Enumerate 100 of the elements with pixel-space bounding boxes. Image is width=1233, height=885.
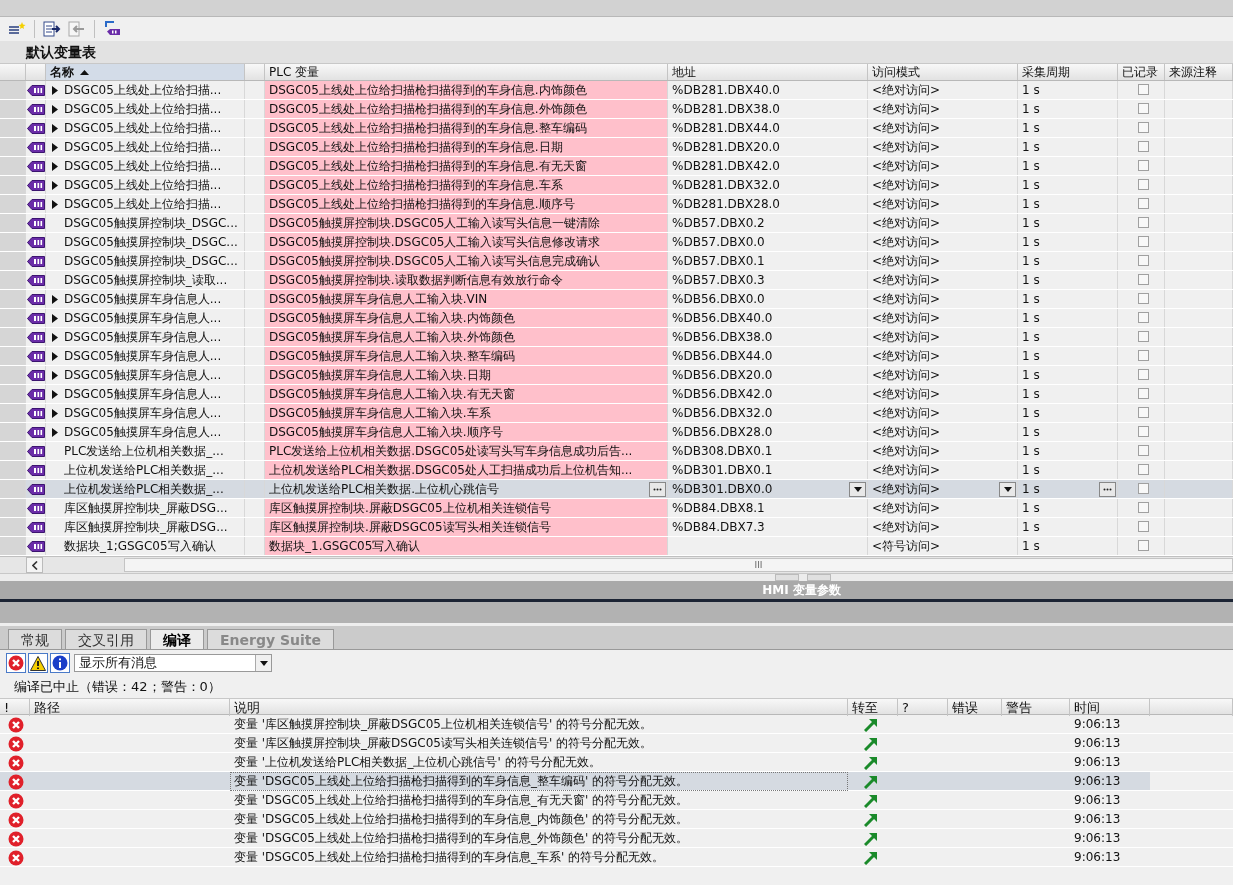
checkbox[interactable]	[1137, 255, 1149, 266]
column-header[interactable]: PLC 变量	[265, 64, 668, 80]
table-row[interactable]: DSGC05触摸屏控制块_DSGC... DSGC05触摸屏控制块.DSGC05人工输入读写头信息完成确认 %DB57.DBX0.1 <绝对访问> 1 s	[0, 252, 1233, 271]
column-header[interactable]: 来源注释	[1165, 64, 1233, 80]
checkbox[interactable]	[1137, 350, 1149, 361]
goto-arrow-icon[interactable]	[864, 850, 878, 865]
filter-info-button[interactable]	[50, 653, 70, 673]
expand-arrow-icon[interactable]	[52, 427, 58, 437]
message-filter-dropdown[interactable]: 显示所有消息	[74, 654, 272, 672]
goto-arrow-icon[interactable]	[864, 736, 878, 751]
table-row[interactable]: DSGC05触摸屏控制块_DSGC... DSGC05触摸屏控制块.DSGC05人工输入读写头信息修改请求 %DB57.DBX0.0 <绝对访问> 1 s	[0, 233, 1233, 252]
scroll-left-button[interactable]	[26, 557, 43, 573]
checkbox[interactable]	[1137, 407, 1149, 418]
table-row[interactable]: DSGC05触摸屏车身信息人... DSGC05触摸屏车身信息人工输入块.日期 %DB56.DBX20.0 <绝对访问> 1 s	[0, 366, 1233, 385]
expand-arrow-icon[interactable]	[52, 199, 58, 209]
column-header[interactable]: 已记录	[1118, 64, 1165, 80]
table-row[interactable]: DSGC05上线处上位给扫描... DSGC05上线处上位给扫描枪扫描得到的车身信息.顺序号 %DB281.DBX28.0 <绝对访问> 1 s	[0, 195, 1233, 214]
expand-arrow-icon[interactable]	[52, 104, 58, 114]
table-row[interactable]: DSGC05触摸屏控制块_DSGC... DSGC05触摸屏控制块.DSGC05人工输入读写头信息一键清除 %DB57.DBX0.2 <绝对访问> 1 s	[0, 214, 1233, 233]
expand-arrow-icon[interactable]	[52, 389, 58, 399]
table-row[interactable]: DSGC05触摸屏控制块_读取... DSGC05触摸屏控制块.读取数据判断信息有效放行命令 %DB57.DBX0.3 <绝对访问> 1 s	[0, 271, 1233, 290]
expand-arrow-icon[interactable]	[52, 85, 58, 95]
tab[interactable]: 交叉引用	[65, 629, 147, 649]
expand-arrow-icon[interactable]	[52, 180, 58, 190]
message-row[interactable]: 变量 'DSGC05上线处上位给扫描枪扫描得到的车身信息_有无天窗' 的符号分配无效。 9:06:13	[0, 791, 1233, 810]
table-row[interactable]: 上位机发送给PLC相关数据_... 上位机发送给PLC相关数据.上位机心跳信号 %DB301.DBX0.0 <绝对访问> 1 s	[0, 480, 1233, 499]
checkbox[interactable]	[1137, 198, 1149, 209]
checkbox[interactable]	[1137, 179, 1149, 190]
table-row[interactable]: DSGC05触摸屏车身信息人... DSGC05触摸屏车身信息人工输入块.车系 %DB56.DBX32.0 <绝对访问> 1 s	[0, 404, 1233, 423]
goto-arrow-icon[interactable]	[864, 793, 878, 808]
column-header[interactable]: 名称	[46, 64, 245, 80]
checkbox[interactable]	[1137, 521, 1149, 532]
expand-arrow-icon[interactable]	[52, 123, 58, 133]
table-row[interactable]: DSGC05上线处上位给扫描... DSGC05上线处上位给扫描枪扫描得到的车身信息.整车编码 %DB281.DBX44.0 <绝对访问> 1 s	[0, 119, 1233, 138]
goto-arrow-icon[interactable]	[864, 831, 878, 846]
table-row[interactable]: PLC发送给上位机相关数据_... PLC发送给上位机相关数据.DSGC05处读写头写车身信息成功后告... %DB308.DBX0.1 <绝对访问> 1 s	[0, 442, 1233, 461]
goto-arrow-icon[interactable]	[864, 812, 878, 827]
table-row[interactable]: 库区触摸屏控制块_屏蔽DSG... 库区触摸屏控制块.屏蔽DSGC05上位机相关连锁信号 %DB84.DBX8.1 <绝对访问> 1 s	[0, 499, 1233, 518]
browse-button[interactable]	[1099, 481, 1116, 497]
expand-arrow-icon[interactable]	[52, 408, 58, 418]
message-row[interactable]: 变量 '库区触摸屏控制块_屏蔽DSGC05读写头相关连锁信号' 的符号分配无效。 9:06:13	[0, 734, 1233, 753]
table-row[interactable]: DSGC05上线处上位给扫描... DSGC05上线处上位给扫描枪扫描得到的车身信息.外饰颜色 %DB281.DBX38.0 <绝对访问> 1 s	[0, 100, 1233, 119]
checkbox[interactable]	[1137, 312, 1149, 323]
table-row[interactable]: 数据块_1;GSGC05写入确认 数据块_1.GSGC05写入确认 <符号访问> 1 s	[0, 537, 1233, 556]
checkbox[interactable]	[1137, 103, 1149, 114]
message-row[interactable]: 变量 '上位机发送给PLC相关数据_上位机心跳信号' 的符号分配无效。 9:06:13	[0, 753, 1233, 772]
expand-arrow-icon[interactable]	[52, 313, 58, 323]
browse-button[interactable]	[649, 481, 666, 497]
table-row[interactable]: DSGC05触摸屏车身信息人... DSGC05触摸屏车身信息人工输入块.内饰颜色 %DB56.DBX40.0 <绝对访问> 1 s	[0, 309, 1233, 328]
table-row[interactable]: DSGC05上线处上位给扫描... DSGC05上线处上位给扫描枪扫描得到的车身信息.内饰颜色 %DB281.DBX40.0 <绝对访问> 1 s	[0, 81, 1233, 100]
horizontal-scrollbar[interactable]: III	[0, 556, 1233, 573]
checkbox[interactable]	[1137, 160, 1149, 171]
message-row[interactable]: 变量 'DSGC05上线处上位给扫描枪扫描得到的车身信息_外饰颜色' 的符号分配无效。 9:06:13	[0, 829, 1233, 848]
checkbox[interactable]	[1137, 331, 1149, 342]
checkbox[interactable]	[1137, 84, 1149, 95]
tab[interactable]: 编译	[150, 629, 204, 649]
table-row[interactable]: DSGC05触摸屏车身信息人... DSGC05触摸屏车身信息人工输入块.VIN %DB56.DBX0.0 <绝对访问> 1 s	[0, 290, 1233, 309]
column-header[interactable]: 地址	[668, 64, 868, 80]
checkbox[interactable]	[1137, 483, 1149, 494]
checkbox[interactable]	[1137, 236, 1149, 247]
goto-arrow-icon[interactable]	[864, 774, 878, 789]
tab[interactable]: 常规	[8, 629, 62, 649]
table-row[interactable]: DSGC05触摸屏车身信息人... DSGC05触摸屏车身信息人工输入块.有无天窗 %DB56.DBX42.0 <绝对访问> 1 s	[0, 385, 1233, 404]
checkbox[interactable]	[1137, 445, 1149, 456]
filter-errors-button[interactable]	[6, 653, 26, 673]
checkbox[interactable]	[1137, 540, 1149, 551]
goto-arrow-icon[interactable]	[864, 717, 878, 732]
checkbox[interactable]	[1137, 274, 1149, 285]
table-row[interactable]: DSGC05触摸屏车身信息人... DSGC05触摸屏车身信息人工输入块.顺序号 %DB56.DBX28.0 <绝对访问> 1 s	[0, 423, 1233, 442]
checkbox[interactable]	[1137, 293, 1149, 304]
checkbox[interactable]	[1137, 369, 1149, 380]
table-row[interactable]: 库区触摸屏控制块_屏蔽DSG... 库区触摸屏控制块.屏蔽DSGC05读写头相关连锁信号 %DB84.DBX7.3 <绝对访问> 1 s	[0, 518, 1233, 537]
table-row[interactable]: DSGC05上线处上位给扫描... DSGC05上线处上位给扫描枪扫描得到的车身信息.车系 %DB281.DBX32.0 <绝对访问> 1 s	[0, 176, 1233, 195]
expand-arrow-icon[interactable]	[52, 142, 58, 152]
goto-arrow-icon[interactable]	[864, 755, 878, 770]
toolbar-button[interactable]	[41, 19, 63, 39]
column-header[interactable]: 访问模式	[868, 64, 1018, 80]
scrollbar-thumb[interactable]: III	[124, 558, 1233, 572]
dropdown-button[interactable]	[849, 481, 866, 497]
table-row[interactable]: DSGC05触摸屏车身信息人... DSGC05触摸屏车身信息人工输入块.整车编码 %DB56.DBX44.0 <绝对访问> 1 s	[0, 347, 1233, 366]
table-row[interactable]: DSGC05上线处上位给扫描... DSGC05上线处上位给扫描枪扫描得到的车身信息.有无天窗 %DB281.DBX42.0 <绝对访问> 1 s	[0, 157, 1233, 176]
checkbox[interactable]	[1137, 141, 1149, 152]
dropdown-button[interactable]	[999, 481, 1016, 497]
checkbox[interactable]	[1137, 122, 1149, 133]
message-row[interactable]: 变量 'DSGC05上线处上位给扫描枪扫描得到的车身信息_整车编码' 的符号分配无效。 9:06:13	[0, 772, 1233, 791]
column-header[interactable]: 采集周期	[1018, 64, 1118, 80]
expand-arrow-icon[interactable]	[52, 351, 58, 361]
checkbox[interactable]	[1137, 464, 1149, 475]
expand-arrow-icon[interactable]	[52, 370, 58, 380]
checkbox[interactable]	[1137, 388, 1149, 399]
message-row[interactable]: 变量 '库区触摸屏控制块_屏蔽DSGC05上位机相关连锁信号' 的符号分配无效。 9:06:13	[0, 715, 1233, 734]
expand-arrow-icon[interactable]	[52, 294, 58, 304]
table-row[interactable]: DSGC05触摸屏车身信息人... DSGC05触摸屏车身信息人工输入块.外饰颜色 %DB56.DBX38.0 <绝对访问> 1 s	[0, 328, 1233, 347]
expand-arrow-icon[interactable]	[52, 161, 58, 171]
filter-warnings-button[interactable]	[28, 653, 48, 673]
message-row[interactable]: 变量 'DSGC05上线处上位给扫描枪扫描得到的车身信息_车系' 的符号分配无效。 9:06:13	[0, 848, 1233, 867]
table-row[interactable]: 上位机发送给PLC相关数据_... 上位机发送给PLC相关数据.DSGC05处人工扫描成功后上位机告知... %DB301.DBX0.1 <绝对访问> 1 s	[0, 461, 1233, 480]
table-row[interactable]: DSGC05上线处上位给扫描... DSGC05上线处上位给扫描枪扫描得到的车身信息.日期 %DB281.DBX20.0 <绝对访问> 1 s	[0, 138, 1233, 157]
expand-arrow-icon[interactable]	[52, 332, 58, 342]
checkbox[interactable]	[1137, 502, 1149, 513]
